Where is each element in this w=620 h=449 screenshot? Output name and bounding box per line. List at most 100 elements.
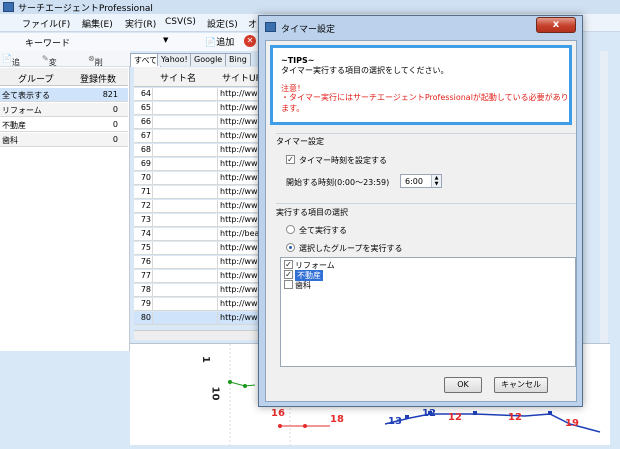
- horizontal-scrollbar[interactable]: [134, 330, 270, 340]
- chart-point: [473, 411, 477, 415]
- dialog-title-bar[interactable]: タイマー設定: [259, 16, 582, 38]
- cancel-button[interactable]: キャンセル: [494, 377, 548, 393]
- table-row[interactable]: 70 http://www: [134, 172, 270, 185]
- chart-point: [228, 380, 232, 384]
- table-row[interactable]: 68 http://www: [134, 144, 270, 157]
- menu-run[interactable]: 実行(R): [125, 17, 156, 30]
- spinner-arrows-icon[interactable]: ▲ ▼: [431, 175, 441, 187]
- exec-section-title: 実行する項目の選択: [276, 208, 348, 217]
- group-toolbar: 📄追加 ✎変更 ⊗削除: [0, 51, 130, 78]
- group-count-header[interactable]: 登録件数: [80, 72, 116, 85]
- table-row[interactable]: 74 http://beau: [134, 228, 270, 241]
- delete-icon: ⊗: [88, 54, 95, 63]
- delete-icon[interactable]: ✕: [244, 35, 256, 47]
- menu-settings[interactable]: 設定(S): [207, 17, 238, 30]
- chevron-down-icon[interactable]: ▼: [163, 36, 168, 44]
- site-name-cell: [152, 144, 218, 156]
- group-count: 821: [102, 90, 118, 99]
- radio-run-all-label[interactable]: 全て実行する: [299, 225, 347, 236]
- dialog-title: タイマー設定: [281, 25, 336, 35]
- site-name-cell: [152, 186, 218, 198]
- group-name-header[interactable]: グループ: [18, 72, 53, 85]
- row-number: 78: [140, 285, 151, 294]
- group-row[interactable]: 全て表示する 821: [0, 88, 128, 102]
- row-number: 72: [140, 201, 151, 210]
- row-number: 76: [140, 257, 151, 266]
- group-checkbox[interactable]: [284, 280, 293, 289]
- radio-run-selected-label[interactable]: 選択したグループを実行する: [299, 243, 403, 254]
- table-row[interactable]: 77 http://www: [134, 270, 270, 283]
- table-row[interactable]: 78 http://www: [134, 284, 270, 297]
- group-name: 全て表示する: [2, 91, 50, 100]
- close-button[interactable]: x: [536, 17, 576, 33]
- table-row[interactable]: 73 http://www: [134, 214, 270, 227]
- site-name-cell: [152, 88, 218, 100]
- site-name-cell: [152, 228, 218, 240]
- ok-button[interactable]: OK: [444, 377, 482, 393]
- menu-other[interactable]: オ: [248, 17, 257, 30]
- table-row[interactable]: 79 http://www: [134, 298, 270, 311]
- site-name-header[interactable]: サイト名: [160, 71, 196, 84]
- table-row[interactable]: 69 http://www: [134, 158, 270, 171]
- site-name-cell: [152, 284, 218, 296]
- site-table-header: サイト名 サイトURL: [134, 67, 270, 87]
- group-add-button[interactable]: 📄追加: [2, 54, 20, 78]
- start-time-spinner[interactable]: 6:00 ▲ ▼: [400, 174, 442, 188]
- chart-label: 12: [508, 412, 522, 423]
- dialog-body: ~TIPS~ タイマー実行する項目の選択をしてください。 注意！ ・タイマー実行…: [265, 40, 577, 402]
- group-row[interactable]: 不動産 0: [0, 118, 128, 132]
- table-row[interactable]: 66 http://www: [134, 116, 270, 129]
- main-title-bar: サーチエージェントProfessional: [0, 0, 620, 14]
- timer-checkbox-label[interactable]: タイマー時刻を設定する: [299, 155, 387, 166]
- group-checklist: ✓ リフォーム ✓ 不動産 歯科: [280, 257, 576, 367]
- tab-yahoo[interactable]: Yahoo!: [157, 53, 192, 66]
- timer-section-title: タイマー設定: [276, 137, 324, 146]
- timer-checkbox[interactable]: ✓: [286, 155, 295, 164]
- group-row[interactable]: リフォーム 0: [0, 103, 128, 117]
- tab-bing[interactable]: Bing: [225, 53, 251, 66]
- group-checkbox[interactable]: ✓: [284, 270, 293, 279]
- chart-label: 19: [565, 418, 579, 429]
- menu-file[interactable]: ファイル(F): [22, 17, 70, 30]
- group-checkbox[interactable]: ✓: [284, 260, 293, 269]
- group-edit-button[interactable]: ✎変更: [42, 54, 57, 78]
- keyword-add-button[interactable]: 📄追加: [205, 35, 234, 48]
- row-number: 65: [140, 103, 151, 112]
- tab-google[interactable]: Google: [190, 53, 227, 66]
- table-row[interactable]: 80 http://www: [134, 312, 270, 325]
- row-number: 75: [140, 243, 151, 252]
- row-number: 71: [140, 187, 151, 196]
- group-delete-button[interactable]: ⊗削除: [88, 54, 103, 78]
- table-row[interactable]: 67 http://www: [134, 130, 270, 143]
- table-row[interactable]: 76 http://www: [134, 256, 270, 269]
- site-name-cell: [152, 130, 218, 142]
- divider: [276, 203, 576, 204]
- radio-run-selected[interactable]: [286, 243, 295, 252]
- menu-csv[interactable]: CSV(S): [165, 17, 196, 27]
- site-name-cell: [152, 298, 218, 310]
- tips-description: タイマー実行する項目の選択をしてください。: [281, 66, 449, 75]
- group-table-header: グループ 登録件数: [0, 68, 128, 86]
- table-row[interactable]: 75 http://www: [134, 242, 270, 255]
- site-name-cell: [152, 172, 218, 184]
- chart-point: [278, 424, 282, 428]
- site-name-cell: [152, 102, 218, 114]
- group-name: 歯科: [2, 136, 18, 145]
- row-number: 80: [140, 313, 151, 322]
- row-number: 74: [140, 229, 151, 238]
- chart-label: 13: [388, 416, 402, 427]
- radio-run-all[interactable]: [286, 225, 295, 234]
- table-row[interactable]: 65 http://www: [134, 102, 270, 115]
- table-row[interactable]: 64 http://www: [134, 88, 270, 101]
- row-number: 69: [140, 159, 151, 168]
- start-time-value: 6:00: [405, 177, 423, 186]
- row-number: 64: [140, 89, 151, 98]
- group-row[interactable]: 歯科 0: [0, 133, 128, 147]
- keyword-select[interactable]: [60, 35, 165, 48]
- chart-point: [303, 424, 307, 428]
- add-icon: 📄: [2, 54, 12, 63]
- table-row[interactable]: 71 http://www: [134, 186, 270, 199]
- app-icon: [3, 2, 14, 12]
- menu-edit[interactable]: 編集(E): [82, 17, 113, 30]
- table-row[interactable]: 72 http://www: [134, 200, 270, 213]
